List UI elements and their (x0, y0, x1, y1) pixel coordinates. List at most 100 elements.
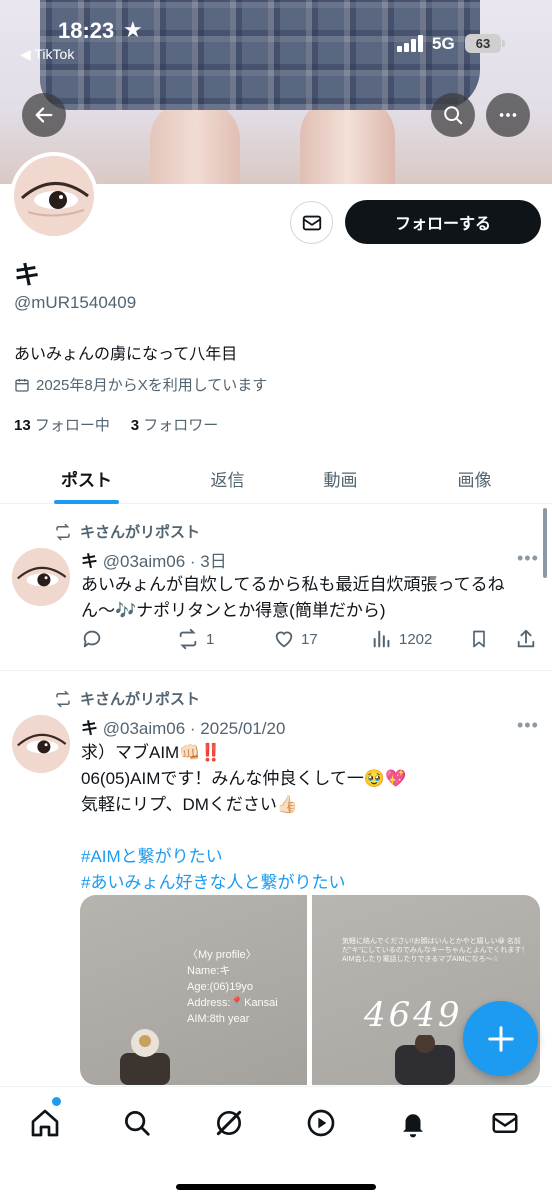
image-text: Age:(06)19yo (187, 981, 254, 993)
nav-grok[interactable] (211, 1105, 247, 1141)
repost-button[interactable]: 1 (176, 628, 214, 650)
post-line: 06(05)AIMです！みんな仲良くして一🥹💖 (81, 769, 407, 788)
eye-photo (12, 548, 70, 606)
star-icon: ★ (123, 17, 143, 42)
plus-icon (487, 1025, 514, 1052)
repost-icon (56, 523, 70, 540)
post-line: 求）マブAIM👊🏻‼️ (81, 743, 222, 762)
home-notification-dot (52, 1097, 61, 1106)
more-options-button[interactable] (486, 93, 530, 137)
post-header: キ @03aim06 · 2025/01/20 (81, 714, 285, 739)
repost-label-text: キさんがリポスト (80, 691, 201, 708)
post-handle-time[interactable]: @03aim06 · 2025/01/20 (103, 719, 286, 738)
post-line: 気軽にリプ、DMください👍🏻 (81, 795, 299, 814)
image-text: 〈My profile〉 (187, 949, 257, 961)
person-figure (395, 1035, 455, 1085)
tab-replies[interactable]: 返信 (185, 452, 270, 504)
bell-icon (403, 1114, 423, 1138)
nav-notifications[interactable] (395, 1105, 431, 1141)
profile-tabs: ポスト 返信 動画 画像 (0, 452, 552, 504)
post-more-button[interactable]: ••• (517, 715, 539, 736)
following-count: 13 (14, 417, 31, 434)
nav-explore[interactable] (119, 1105, 155, 1141)
repost-count: 1 (206, 630, 215, 648)
post-more-button[interactable]: ••• (517, 548, 539, 569)
hashtag-link[interactable]: #AIMと繋がりたい (81, 844, 521, 870)
banner-photo-leg (150, 100, 240, 184)
tab-posts[interactable]: ポスト (44, 452, 129, 504)
scrollbar[interactable] (543, 508, 547, 578)
profile-avatar[interactable] (10, 152, 98, 240)
following-label: フォロー中 (34, 417, 110, 434)
followers-label: フォロワー (143, 417, 219, 434)
following-link[interactable]: 13 フォロー中 (14, 417, 110, 434)
arrow-left-icon (35, 107, 53, 123)
repost-icon (179, 628, 197, 650)
post-text: 求）マブAIM👊🏻‼️ 06(05)AIMです！みんな仲良くして一🥹💖 気軽にリ… (81, 740, 521, 896)
hashtag-link[interactable]: #あいみょん好きな人と繋がりたい (81, 870, 521, 896)
eye-photo (12, 715, 70, 773)
envelope-icon (302, 215, 321, 230)
reply-icon (83, 630, 101, 648)
search-icon (444, 106, 463, 125)
nav-messages[interactable] (487, 1105, 523, 1141)
search-button[interactable] (431, 93, 475, 137)
grok-icon (216, 1110, 242, 1136)
joined-text: 2025年8月からXを利用しています (36, 377, 268, 394)
bar-chart-icon (373, 630, 390, 648)
active-tab-indicator (54, 500, 119, 504)
tab-images[interactable]: 画像 (432, 452, 517, 504)
bottom-navigation (0, 1086, 552, 1200)
eye-photo (14, 156, 94, 236)
message-button[interactable] (290, 201, 333, 244)
post-actions: 1 17 1202 (81, 628, 541, 654)
followers-link[interactable]: 3 フォロワー (131, 417, 219, 434)
bookmark-icon (473, 630, 485, 648)
search-icon (125, 1111, 150, 1136)
image-profile-card: 〈My profile〉 Name:キ Age:(06)19yo Address… (187, 947, 278, 1027)
post-author-name[interactable]: キ (81, 552, 98, 571)
network-label: 5G (432, 34, 455, 53)
reply-button[interactable] (81, 628, 109, 650)
followers-count: 3 (130, 417, 140, 434)
joined-date: 2025年8月からXを利用しています (14, 374, 267, 395)
tab-videos[interactable]: 動画 (298, 452, 383, 504)
play-circle-icon (307, 1109, 335, 1137)
person-figure (120, 1029, 170, 1085)
profile-page: 18:23 ★ ◀ TikTok 5G 63 フォローする キ @mUR1540… (0, 0, 552, 1200)
more-horizontal-icon (499, 113, 517, 117)
user-handle: @mUR1540409 (14, 293, 137, 312)
post-avatar[interactable] (12, 715, 70, 773)
image-caption: 気軽に絡んでください!お顔はいんとかやと嬉しい😀 名前だ"キ"にしているのでみん… (342, 938, 529, 963)
nav-video[interactable] (303, 1105, 339, 1141)
repost-label: キさんがリポスト (54, 521, 200, 542)
nav-home[interactable] (27, 1105, 63, 1141)
bookmark-button[interactable] (469, 628, 489, 650)
post-divider (0, 670, 552, 671)
compose-post-button[interactable] (463, 1001, 538, 1076)
follow-stats: 13 フォロー中 3 フォロワー (14, 414, 218, 435)
calendar-icon (15, 378, 29, 392)
status-time: 18:23 (58, 18, 115, 43)
image-number: 4649 (364, 995, 463, 1035)
like-button[interactable]: 17 (273, 628, 318, 650)
image-text: AIM:8th year (187, 1013, 250, 1025)
battery-tip (502, 40, 505, 47)
back-button[interactable] (22, 93, 66, 137)
battery-icon: 63 (465, 34, 501, 53)
image-text: Address:📍Kansai (187, 997, 278, 1009)
post-handle-time[interactable]: @03aim06 · 3日 (103, 552, 227, 571)
media-image[interactable]: 〈My profile〉 Name:キ Age:(06)19yo Address… (80, 895, 307, 1085)
back-to-app-link[interactable]: ◀ TikTok (20, 46, 74, 63)
share-button[interactable] (515, 628, 537, 650)
follow-button[interactable]: フォローする (345, 200, 541, 244)
status-bar: 18:23 ★ ◀ TikTok 5G 63 (0, 0, 552, 70)
post-avatar[interactable] (12, 548, 70, 606)
like-count: 17 (301, 630, 318, 648)
views-button[interactable]: 1202 (371, 628, 432, 650)
home-icon (31, 1109, 59, 1137)
post-author-name[interactable]: キ (81, 719, 98, 738)
repost-label: キさんがリポスト (54, 688, 200, 709)
display-name: キ (14, 260, 41, 290)
image-text: Name:キ (187, 965, 231, 977)
